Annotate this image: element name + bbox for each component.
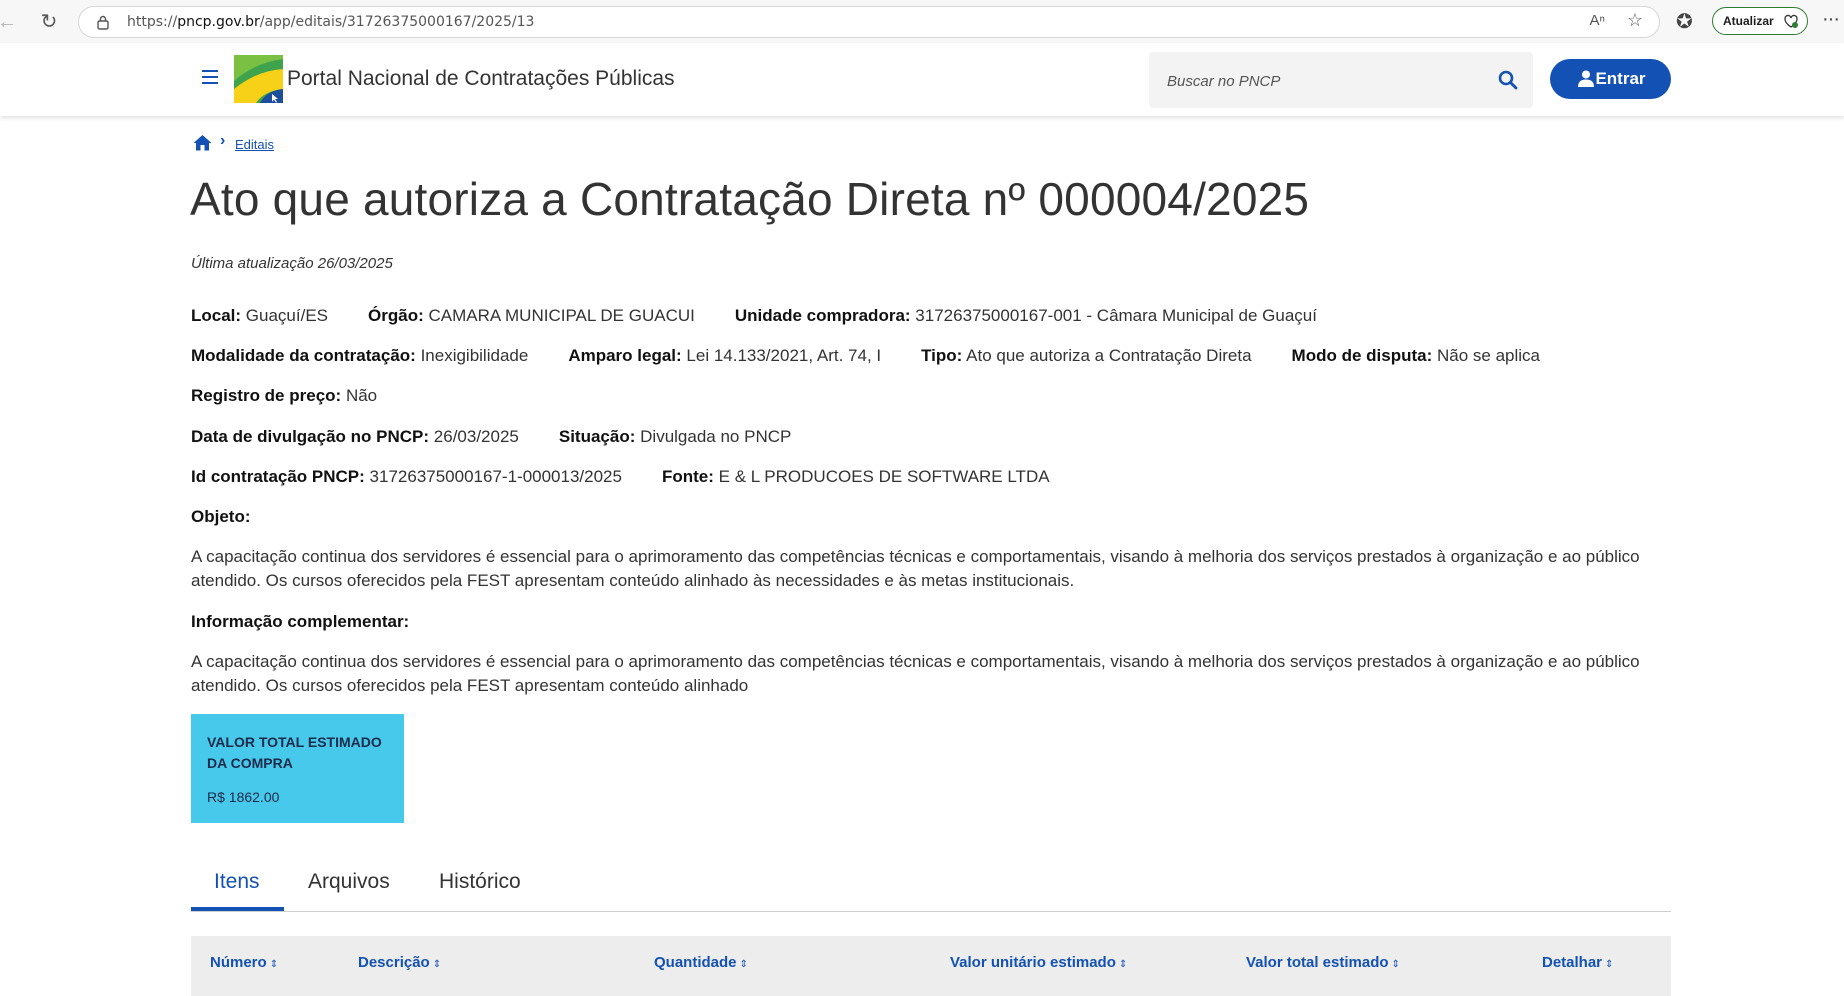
sort-icon: ⇕ xyxy=(269,959,279,970)
menu-icon[interactable] xyxy=(202,70,218,84)
search-input[interactable] xyxy=(1165,68,1489,94)
local-label: Local: xyxy=(191,306,242,325)
column-descricao[interactable]: Descrição ⇕ xyxy=(358,954,441,971)
sort-icon: ⇕ xyxy=(1605,959,1614,970)
column-detalhar[interactable]: Detalhar ⇕ xyxy=(1542,954,1613,971)
portal-title[interactable]: Portal Nacional de Contratações Públicas xyxy=(287,67,675,91)
tipo-label: Tipo: xyxy=(921,346,963,365)
modalidade-label: Modalidade da contratação: xyxy=(191,346,416,365)
favorites-icon[interactable]: ✪ xyxy=(1676,9,1693,34)
sort-icon: ⇕ xyxy=(739,959,748,970)
tab-bar: Itens Arquivos Histórico xyxy=(191,862,1671,912)
orgao-label: Órgão: xyxy=(368,306,424,325)
items-table-header: Número ⇕ Descrição ⇕ Quantidade ⇕ Valor uni… xyxy=(191,936,1671,996)
data-divulgacao-value: 26/03/2025 xyxy=(433,427,519,446)
amparo-value: Lei 14.133/2021, Art. 74, I xyxy=(686,346,882,365)
id-contratacao-value: 31726375000167-1-000013/2025 xyxy=(369,467,622,486)
valor-total-value: R$ 1862.00 xyxy=(207,789,280,805)
heart-icon xyxy=(1784,14,1798,28)
more-options-icon[interactable]: ··· xyxy=(1822,8,1840,31)
details-row: Data de divulgação no PNCP: 26/03/2025 Si… xyxy=(191,427,831,447)
complementar-label: Informação complementar: xyxy=(191,612,410,631)
modo-disputa-value: Não se aplica xyxy=(1436,346,1540,365)
objeto-label: Objeto: xyxy=(191,507,251,526)
fonte-value: E & L PRODUCOES DE SOFTWARE LTDA xyxy=(718,467,1050,486)
valor-total-card: VALOR TOTAL ESTIMADO DA COMPRA R$ 1862.0… xyxy=(191,714,404,823)
back-arrow-icon[interactable]: ← xyxy=(0,11,18,33)
column-quantidade[interactable]: Quantidade ⇕ xyxy=(654,954,748,971)
details-row: Registro de preço: Não xyxy=(191,386,417,406)
unidade-value: 31726375000167-001 - Câmara Municipal de… xyxy=(915,306,1317,325)
login-button[interactable]: Entrar xyxy=(1550,59,1671,99)
user-icon xyxy=(1578,70,1594,87)
chevron-right-icon: › xyxy=(220,132,226,149)
column-valor-total[interactable]: Valor total estimado ⇕ xyxy=(1246,954,1400,971)
complementar-text: A capacitação continua dos servidores é … xyxy=(191,652,1640,695)
search-icon[interactable] xyxy=(1497,69,1519,91)
situacao-label: Situação: xyxy=(558,427,636,446)
sort-icon: ⇕ xyxy=(1391,959,1400,970)
site-header: Portal Nacional de Contratações Públicas… xyxy=(0,43,1844,116)
sort-icon: ⇕ xyxy=(432,959,442,970)
sort-icon: ⇕ xyxy=(1118,959,1128,970)
orgao-value: CAMARA MUNICIPAL DE GUACUI xyxy=(428,306,695,325)
url-text: https://pncp.gov.br/app/editais/31726375… xyxy=(127,14,535,30)
tipo-value: Ato que autoriza a Contratação Direta xyxy=(966,346,1252,365)
reload-icon[interactable]: ↻ xyxy=(38,11,60,33)
active-tab-indicator xyxy=(191,907,284,911)
last-updated: Última atualização 26/03/2025 xyxy=(191,255,393,272)
objeto-text: A capacitação continua dos servidores é … xyxy=(191,547,1640,590)
column-valor-unitario[interactable]: Valor unitário estimado ⇕ xyxy=(950,954,1127,971)
registro-preco-value: Não xyxy=(345,386,378,405)
situacao-value: Divulgada no PNCP xyxy=(640,427,792,446)
page-title: Ato que autoriza a Contratação Direta nº… xyxy=(190,173,1310,225)
registro-preco-label: Registro de preço: xyxy=(191,386,342,405)
read-aloud-icon[interactable]: Aⁿ xyxy=(1590,12,1605,29)
tab-itens[interactable]: Itens xyxy=(214,870,260,894)
search-box xyxy=(1149,52,1533,108)
valor-total-title: VALOR TOTAL ESTIMADO DA COMPRA xyxy=(207,734,382,771)
amparo-label: Amparo legal: xyxy=(568,346,682,365)
browser-toolbar: ← ↻ https://pncp.gov.br/app/editais/3172… xyxy=(0,0,1844,44)
id-contratacao-label: Id contratação PNCP: xyxy=(191,467,365,486)
data-divulgacao-label: Data de divulgação no PNCP: xyxy=(191,427,430,446)
pncp-logo xyxy=(234,55,283,103)
modalidade-value: Inexigibilidade xyxy=(420,346,529,365)
breadcrumb-link-editais[interactable]: Editais xyxy=(235,137,274,152)
update-button[interactable]: Atualizar xyxy=(1712,7,1808,35)
fonte-label: Fonte: xyxy=(661,467,714,486)
address-bar[interactable]: https://pncp.gov.br/app/editais/31726375… xyxy=(78,6,1660,38)
unidade-label: Unidade compradora: xyxy=(734,306,911,325)
lock-icon xyxy=(97,15,109,30)
modo-disputa-label: Modo de disputa: xyxy=(1291,346,1433,365)
local-value: Guaçuí/ES xyxy=(245,306,329,325)
home-icon[interactable] xyxy=(193,134,212,151)
tab-arquivos[interactable]: Arquivos xyxy=(308,870,390,894)
column-numero[interactable]: Número ⇕ xyxy=(210,954,278,971)
details-row: Modalidade da contratação: Inexigibilida… xyxy=(191,346,1580,366)
details-row: Id contratação PNCP: 31726375000167-1-00… xyxy=(191,467,1090,487)
favorite-star-icon[interactable]: ☆ xyxy=(1627,10,1643,31)
details-row: Local: Guaçuí/ES Órgão: CAMARA MUNICIPAL … xyxy=(191,306,1357,326)
tab-historico[interactable]: Histórico xyxy=(439,870,521,894)
